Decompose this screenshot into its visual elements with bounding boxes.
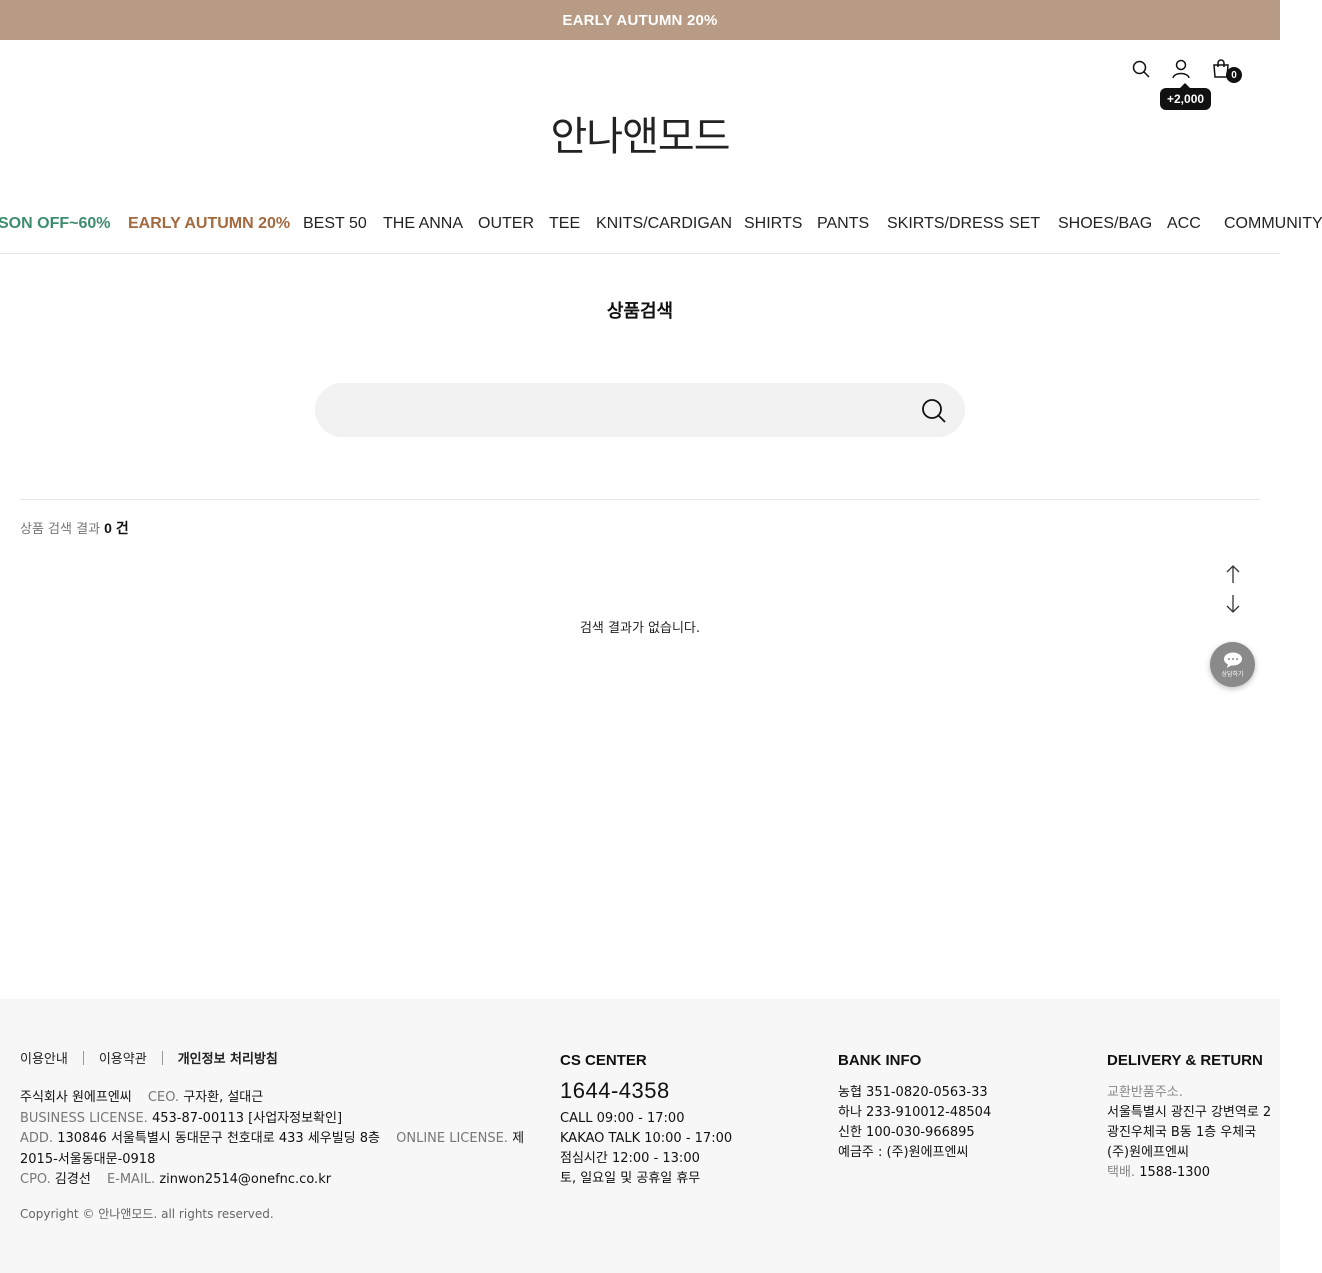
search-input[interactable] (315, 383, 905, 437)
bank-line: 하나 233-910012-48504 (838, 1105, 992, 1120)
arrow-up-icon (1226, 565, 1240, 583)
search-icon[interactable] (1130, 58, 1152, 80)
footer-link-privacy[interactable]: 개인정보 처리방침 (178, 1048, 278, 1067)
company-name: 주식회사 원에프엔씨 (20, 1090, 132, 1105)
nav-item-pants[interactable]: PANTS (817, 206, 869, 242)
footer-link-terms[interactable]: 이용약관 (99, 1048, 147, 1067)
chat-label: 상담하기 (1221, 670, 1244, 678)
scroll-top-button[interactable] (1222, 563, 1244, 585)
company-info: 주식회사 원에프엔씨 CEO. 구자환, 설대근 BUSINESS LICENS… (20, 1088, 530, 1191)
main-navigation: SON OFF~60% EARLY AUTUMN 20% BEST 50 THE AN… (0, 206, 1322, 242)
footer-separator (82, 1050, 84, 1065)
footer-link-guide[interactable]: 이용안내 (20, 1048, 68, 1067)
nav-item-best-50[interactable]: BEST 50 (303, 206, 367, 242)
cs-center: CS CENTER 1644-4358 CALL 09:00 - 17:00 K… (560, 1051, 732, 1189)
header-icons (1130, 58, 1232, 80)
search-form (315, 383, 965, 437)
return-address-line: 광진우체국 B동 1층 우체국 (1107, 1125, 1257, 1140)
footer-links: 이용안내 이용약관 개인정보 처리방침 (20, 1048, 278, 1067)
online-license-label: ONLINE LICENSE. (396, 1131, 508, 1146)
courier-label: 택배. (1107, 1165, 1136, 1180)
ceo-value: 구자환, 설대근 (183, 1090, 264, 1105)
result-summary: 상품 검색 결과 0 건 (20, 518, 129, 538)
nav-item-the-anna[interactable]: THE ANNA (383, 206, 463, 242)
nav-item-shirts[interactable]: SHIRTS (744, 206, 802, 242)
nav-item-son-off-60[interactable]: SON OFF~60% (0, 206, 110, 242)
nav-item-skirts-dress[interactable]: SKIRTS/DRESS (887, 206, 1004, 242)
return-address-line: 서울특별시 광진구 강변역로 2 (1107, 1105, 1272, 1120)
top-promo-text: EARLY AUTUMN 20% (562, 11, 718, 29)
return-address-label: 교환반품주소. (1107, 1085, 1183, 1100)
chat-consult-button[interactable]: 상담하기 (1210, 642, 1255, 687)
arrow-down-icon (1226, 595, 1240, 613)
address-label: ADD. (20, 1131, 54, 1146)
chat-bubble-icon (1223, 652, 1242, 668)
search-icon (922, 399, 946, 423)
bank-line: 신한 100-030-966895 (838, 1125, 975, 1140)
address-value: 130846 서울특별시 동대문구 천호대로 433 세우빌딩 8층 (57, 1131, 380, 1146)
footer: 이용안내 이용약관 개인정보 처리방침 주식회사 원에프엔씨 CEO. 구자환,… (0, 999, 1280, 1273)
ceo-label: CEO. (147, 1090, 180, 1105)
nav-item-set[interactable]: SET (1009, 206, 1040, 242)
cs-hours-line: 토, 일요일 및 공휴일 휴무 (560, 1171, 701, 1186)
page-title: 상품검색 (606, 301, 674, 322)
bank-line: 농협 351-0820-0563-33 (838, 1085, 988, 1100)
delivery-title: DELIVERY & RETURN (1107, 1052, 1263, 1069)
cart-count-badge: 0 (1226, 67, 1242, 83)
biz-license-value[interactable]: 453-87-00113 [사업자정보확인] (152, 1111, 342, 1126)
return-address-line: (주)원에프엔씨 (1107, 1145, 1189, 1160)
cs-hours-line: KAKAO TALK 10:00 - 17:00 (560, 1131, 733, 1146)
bank-title: BANK INFO (838, 1052, 922, 1069)
email-label: E-MAIL. (106, 1172, 156, 1187)
nav-item-outer[interactable]: OUTER (478, 206, 534, 242)
footer-separator (161, 1050, 163, 1065)
result-divider (20, 499, 1260, 500)
result-label: 상품 검색 결과 (20, 522, 101, 537)
biz-license-label: BUSINESS LICENSE. (20, 1110, 148, 1126)
scroll-bottom-button[interactable] (1222, 593, 1244, 615)
cpo-label: CPO. (20, 1172, 51, 1187)
empty-result-message: 검색 결과가 없습니다. (579, 621, 701, 636)
nav-divider (0, 253, 1280, 254)
cs-title: CS CENTER (560, 1052, 647, 1069)
nav-item-knits-cardigan[interactable]: KNITS/CARDIGAN (596, 206, 732, 242)
email-value[interactable]: zinwon2514@onefnc.co.kr (159, 1172, 331, 1187)
delivery-return: DELIVERY & RETURN 교환반품주소. 서울특별시 광진구 강변역로… (1107, 1051, 1271, 1183)
copyright: Copyright © 안나앤모드. all rights reserved. (20, 1207, 274, 1221)
courier-phone: 1588-1300 (1139, 1165, 1211, 1180)
top-promo-banner[interactable]: EARLY AUTUMN 20% (0, 0, 1280, 40)
cs-hours-line: 점심시간 12:00 - 13:00 (560, 1151, 700, 1166)
nav-item-early-autumn-20[interactable]: EARLY AUTUMN 20% (128, 206, 290, 242)
nav-item-community[interactable]: COMMUNITY (1224, 206, 1322, 242)
nav-item-tee[interactable]: TEE (549, 206, 580, 242)
bank-info: BANK INFO 농협 351-0820-0563-33 하나 233-910… (838, 1051, 991, 1163)
cpo-value: 김경선 (54, 1172, 91, 1187)
nav-item-shoes-bag[interactable]: SHOES/BAG (1058, 206, 1152, 242)
user-icon[interactable] (1170, 58, 1192, 80)
bank-line: 예금주 : (주)원에프엔씨 (838, 1145, 969, 1160)
result-count: 0 건 (104, 520, 129, 536)
cs-hours-line: CALL 09:00 - 17:00 (560, 1111, 685, 1126)
site-logo[interactable]: 안나앤모드 (0, 104, 1280, 162)
cs-phone[interactable]: 1644-4358 (560, 1080, 732, 1102)
search-submit-button[interactable] (919, 396, 949, 426)
nav-item-acc[interactable]: ACC (1167, 206, 1201, 242)
